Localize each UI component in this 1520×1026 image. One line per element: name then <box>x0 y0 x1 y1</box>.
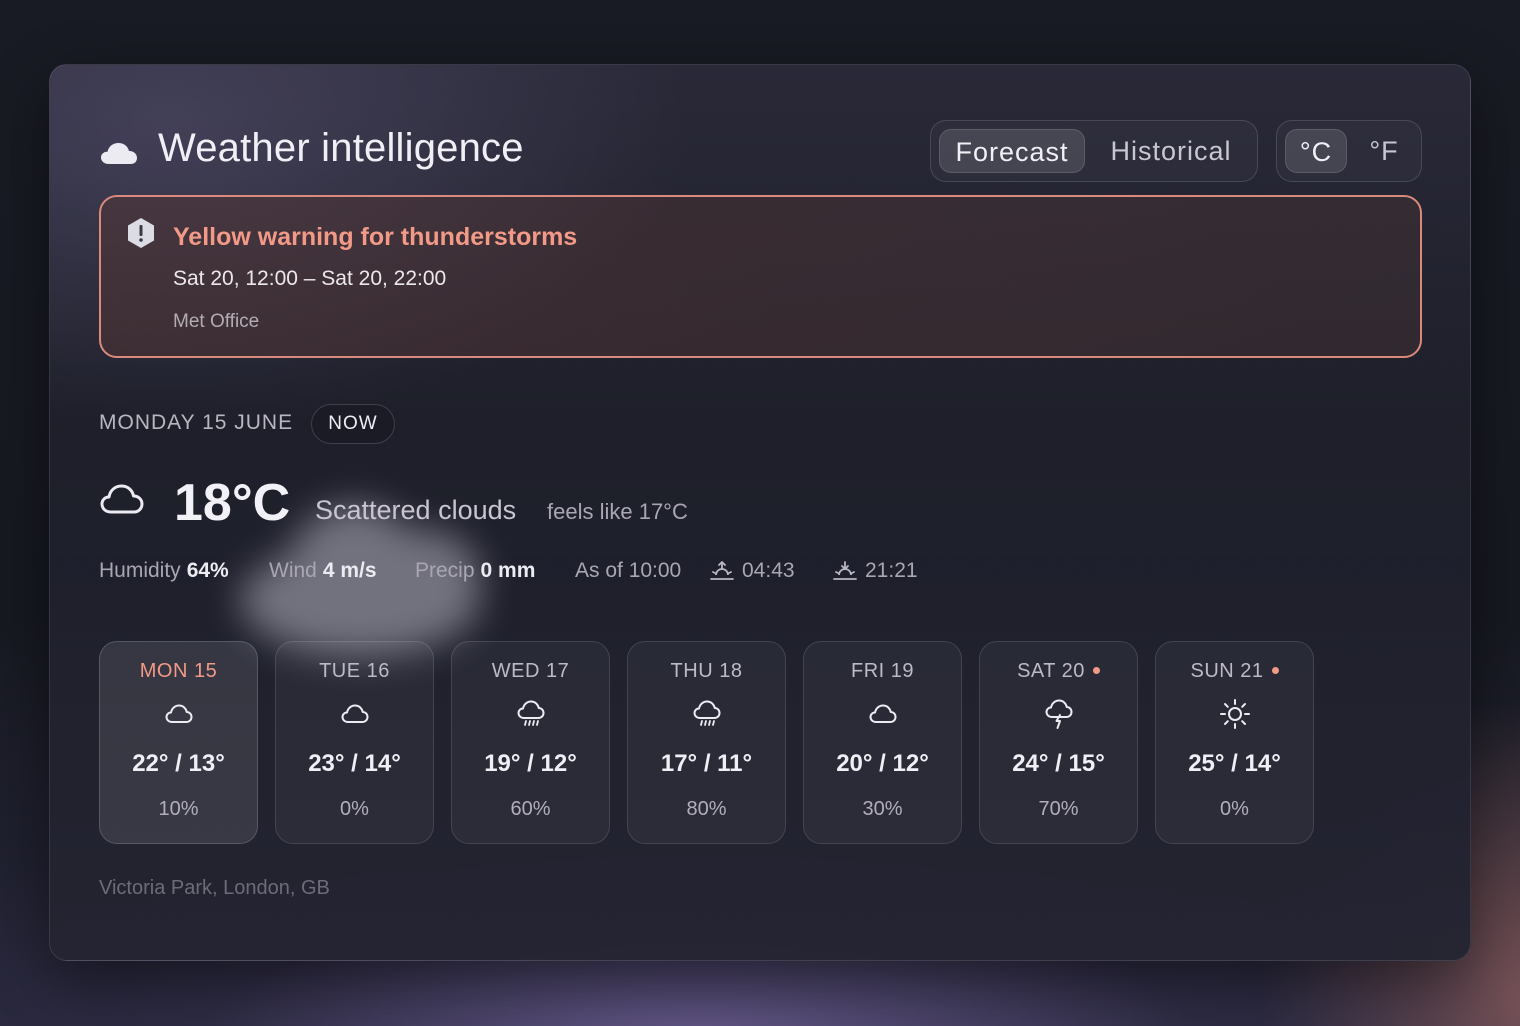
precip-stat: Precip 0 mm <box>415 559 535 583</box>
alert-indicator-dot <box>1271 667 1279 674</box>
forecast-day-wed[interactable]: WED 17 19° / 12° 60% <box>451 641 610 844</box>
unit-fahrenheit-button[interactable]: °F <box>1353 129 1415 173</box>
day-temperature-range: 24° / 15° <box>1012 750 1105 777</box>
unit-celsius-button[interactable]: °C <box>1285 129 1347 173</box>
weather-alert[interactable]: Yellow warning for thunderstorms Sat 20,… <box>99 195 1422 358</box>
sunset-time: 21:21 <box>865 559 918 582</box>
humidity-stat: Humidity 64% <box>99 559 229 583</box>
sunset-icon <box>833 561 857 580</box>
day-label: THU 18 <box>628 660 785 683</box>
day-precipitation-chance: 0% <box>340 798 369 820</box>
location-label: Victoria Park, London, GB <box>99 877 330 899</box>
day-temperature-range: 20° / 12° <box>836 750 929 777</box>
tab-forecast[interactable]: Forecast <box>939 129 1085 173</box>
day-label: MON 15 <box>100 660 257 683</box>
forecast-day-sun[interactable]: SUN 21 25° / 14° 0% <box>1155 641 1314 844</box>
tab-historical[interactable]: Historical <box>1095 129 1247 173</box>
alert-indicator-dot <box>1092 667 1100 674</box>
day-precipitation-chance: 60% <box>510 798 551 820</box>
precip-value: 0 mm <box>480 559 536 582</box>
precip-label: Precip <box>415 559 475 582</box>
cloud-icon <box>101 143 137 164</box>
day-precipitation-chance: 0% <box>1220 798 1249 820</box>
sunrise-stat: 04:43 <box>710 559 795 583</box>
alert-time-range: Sat 20, 12:00 – Sat 20, 22:00 <box>173 267 447 290</box>
daily-forecast: MON 15 22° / 13° 10% TUE 16 23° / 14° 0%… <box>99 641 1339 845</box>
forecast-day-mon[interactable]: MON 15 22° / 13° 10% <box>99 641 258 844</box>
day-label: SUN 21 <box>1156 660 1313 683</box>
forecast-day-fri[interactable]: FRI 19 20° / 12° 30% <box>803 641 962 844</box>
as-of-time: As of 10:00 <box>575 559 682 582</box>
rain-icon <box>693 700 720 726</box>
day-precipitation-chance: 70% <box>1038 798 1079 820</box>
day-temperature-range: 17° / 11° <box>660 750 753 777</box>
day-temperature-range: 25° / 14° <box>1188 750 1281 777</box>
cloud-icon <box>100 484 144 514</box>
current-temperature: 18°C <box>174 474 291 532</box>
sunrise-time: 04:43 <box>742 559 795 582</box>
day-label: SAT 20 <box>980 660 1137 683</box>
day-label: WED 17 <box>452 660 609 683</box>
day-name: WED 17 <box>491 660 570 682</box>
day-temperature-range: 22° / 13° <box>132 750 225 777</box>
current-condition: Scattered clouds <box>315 495 517 525</box>
now-badge: NOW <box>311 404 395 444</box>
day-temperature-range: 23° / 14° <box>308 750 401 777</box>
day-temperature-range: 19° / 12° <box>484 750 577 777</box>
day-precipitation-chance: 80% <box>686 798 727 820</box>
humidity-label: Humidity <box>99 559 181 582</box>
cloud-icon <box>165 704 192 723</box>
feels-like: feels like 17°C <box>547 499 688 524</box>
alert-source: Met Office <box>173 311 260 332</box>
weather-panel: Weather intelligence Forecast Historical… <box>49 64 1471 961</box>
rain-icon <box>517 700 544 726</box>
sunset-stat: 21:21 <box>833 559 918 583</box>
day-name: SAT 20 <box>1017 660 1085 682</box>
day-name: THU 18 <box>670 660 743 682</box>
wind-label: Wind <box>269 559 317 582</box>
day-name: MON 15 <box>139 660 218 682</box>
current-stats: Humidity 64% Wind 4 m/s Precip 0 mm As of 1… <box>99 559 1099 591</box>
day-name: SUN 21 <box>1190 660 1264 682</box>
header: Weather intelligence Forecast Historical… <box>100 120 1422 184</box>
forecast-day-sat[interactable]: SAT 20 24° / 15° 70% <box>979 641 1138 844</box>
forecast-day-thu[interactable]: THU 18 17° / 11° 80% <box>627 641 786 844</box>
cloud-icon <box>869 704 896 723</box>
sun-icon <box>1219 699 1250 729</box>
humidity-value: 64% <box>186 559 229 582</box>
cloud-icon <box>341 704 368 723</box>
day-name: TUE 16 <box>319 660 390 682</box>
wind-value: 4 m/s <box>322 559 377 582</box>
forecast-day-tue[interactable]: TUE 16 23° / 14° 0% <box>275 641 434 844</box>
day-label: TUE 16 <box>276 660 433 683</box>
day-name: FRI 19 <box>850 660 915 682</box>
day-precipitation-chance: 30% <box>862 798 903 820</box>
warning-icon <box>128 218 154 248</box>
wind-stat: Wind 4 m/s <box>269 559 377 583</box>
unit-toggle: °C °F <box>1276 120 1422 182</box>
page-title: Weather intelligence <box>158 126 524 170</box>
day-label: FRI 19 <box>804 660 961 683</box>
view-toggle: Forecast Historical <box>930 120 1258 182</box>
day-precipitation-chance: 10% <box>158 798 199 820</box>
alert-title: Yellow warning for thunderstorms <box>173 223 578 251</box>
sunrise-icon <box>710 561 734 580</box>
thunderstorm-icon <box>1045 699 1072 729</box>
current-date: MONDAY 15 JUNE <box>99 411 294 434</box>
